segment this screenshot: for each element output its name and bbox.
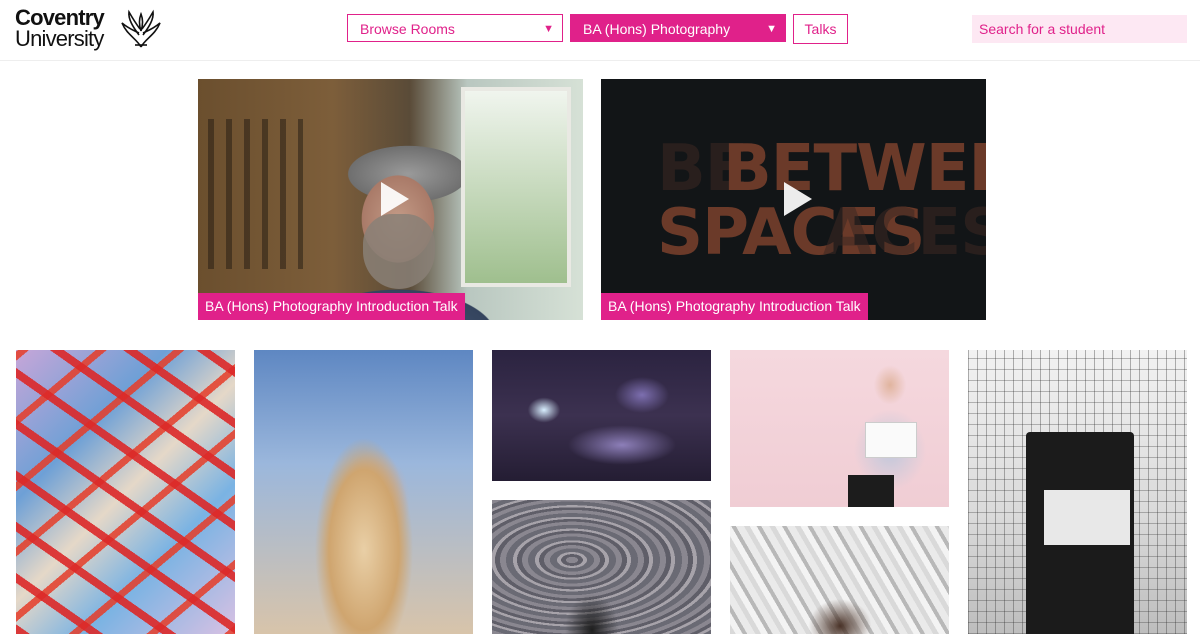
- logo-line-1: Coventry: [15, 5, 105, 30]
- student-work-man-with-photo[interactable]: [730, 350, 949, 507]
- logo-wordmark: Coventry University: [15, 5, 105, 51]
- ghost-title-text-2: ACES: [823, 196, 986, 270]
- intro-talk-video-1[interactable]: BA (Hons) Photography Introduction Talk: [198, 79, 583, 320]
- course-label: BA (Hons) Photography: [583, 21, 731, 37]
- bin-poster: [1044, 490, 1130, 545]
- browse-rooms-label: Browse Rooms: [360, 21, 455, 37]
- student-work-dark-bedroom[interactable]: [492, 350, 711, 481]
- talks-button[interactable]: Talks: [793, 14, 848, 44]
- phoenix-icon: [121, 9, 161, 48]
- caret-down-icon: ▼: [543, 23, 554, 35]
- student-search-input[interactable]: [972, 15, 1187, 43]
- student-work-bin-behind-fence[interactable]: [968, 350, 1187, 634]
- figure-trousers: [848, 475, 894, 507]
- browse-rooms-dropdown[interactable]: Browse Rooms ▼: [347, 14, 563, 42]
- intro-talk-video-2[interactable]: BE BETWEEN SPACES ACES BA (Hons) Photogr…: [601, 79, 986, 320]
- title-word-between: BETWEEN: [723, 132, 986, 206]
- logo-line-2: University: [15, 26, 104, 51]
- student-work-blonde-hair-portrait[interactable]: [254, 350, 473, 634]
- video-caption: BA (Hons) Photography Introduction Talk: [601, 293, 868, 320]
- play-icon[interactable]: [380, 181, 409, 216]
- coventry-university-logo[interactable]: Coventry University: [15, 7, 165, 53]
- video-caption: BA (Hons) Photography Introduction Talk: [198, 293, 465, 320]
- site-header: Coventry University Browse Rooms ▼ BA (H…: [0, 0, 1200, 61]
- speaker-beard: [363, 214, 435, 289]
- workshop-window: [461, 87, 571, 287]
- student-work-marbled-surface[interactable]: [492, 500, 711, 634]
- workshop-tools: [208, 119, 303, 269]
- caret-down-icon: ▼: [766, 23, 777, 35]
- course-dropdown[interactable]: BA (Hons) Photography ▼: [570, 14, 786, 42]
- student-work-foil-portrait[interactable]: [730, 526, 949, 634]
- held-photograph: [865, 422, 917, 458]
- student-work-collage[interactable]: [16, 350, 235, 634]
- play-icon[interactable]: [783, 181, 812, 216]
